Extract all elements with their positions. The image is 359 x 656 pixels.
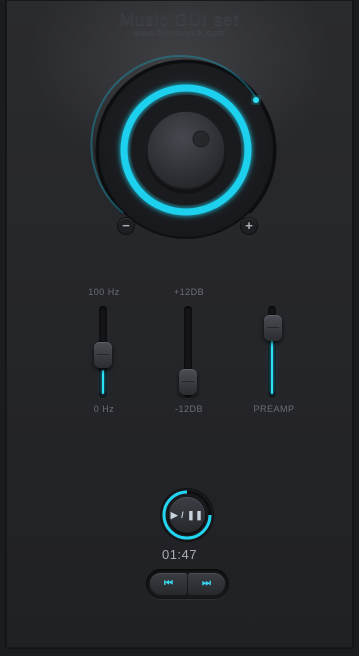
knob-max-label[interactable]: + <box>241 218 257 234</box>
slider-3-thumb[interactable] <box>264 315 282 341</box>
slider-2-top-label: +12DB <box>173 287 205 297</box>
volume-knob-area <box>0 0 359 260</box>
play-pause-button[interactable]: ▶ / ❚❚ <box>169 497 205 533</box>
previous-icon: ⏮ <box>164 578 173 589</box>
knob-cap[interactable] <box>146 110 226 190</box>
next-track-button[interactable]: ⏭ <box>188 573 225 595</box>
play-button-ring: ▶ / ❚❚ <box>161 489 213 541</box>
slider-1-thumb[interactable] <box>94 342 112 368</box>
next-icon: ⏭ <box>202 578 211 589</box>
track-time: 01:47 <box>161 547 198 562</box>
knob-grip-dimple <box>192 130 210 148</box>
slider-2-bottom-label: -12DB <box>174 404 203 414</box>
slider-3-fill <box>271 340 273 394</box>
slider-1-bottom-label: 0 Hz <box>93 404 115 414</box>
knob-indicator-dot <box>253 97 259 103</box>
previous-track-button[interactable]: ⏮ <box>150 573 187 595</box>
volume-knob-graphic <box>90 55 277 239</box>
slider-1-fill <box>102 370 104 394</box>
slider-1-top-label: 100 Hz <box>88 287 120 297</box>
transport-controls: ⏮ ⏭ <box>146 569 229 599</box>
knob-min-label[interactable]: − <box>118 218 134 234</box>
slider-2-thumb[interactable] <box>179 369 197 395</box>
slider-3-bottom-label: PREAMP <box>253 404 295 414</box>
